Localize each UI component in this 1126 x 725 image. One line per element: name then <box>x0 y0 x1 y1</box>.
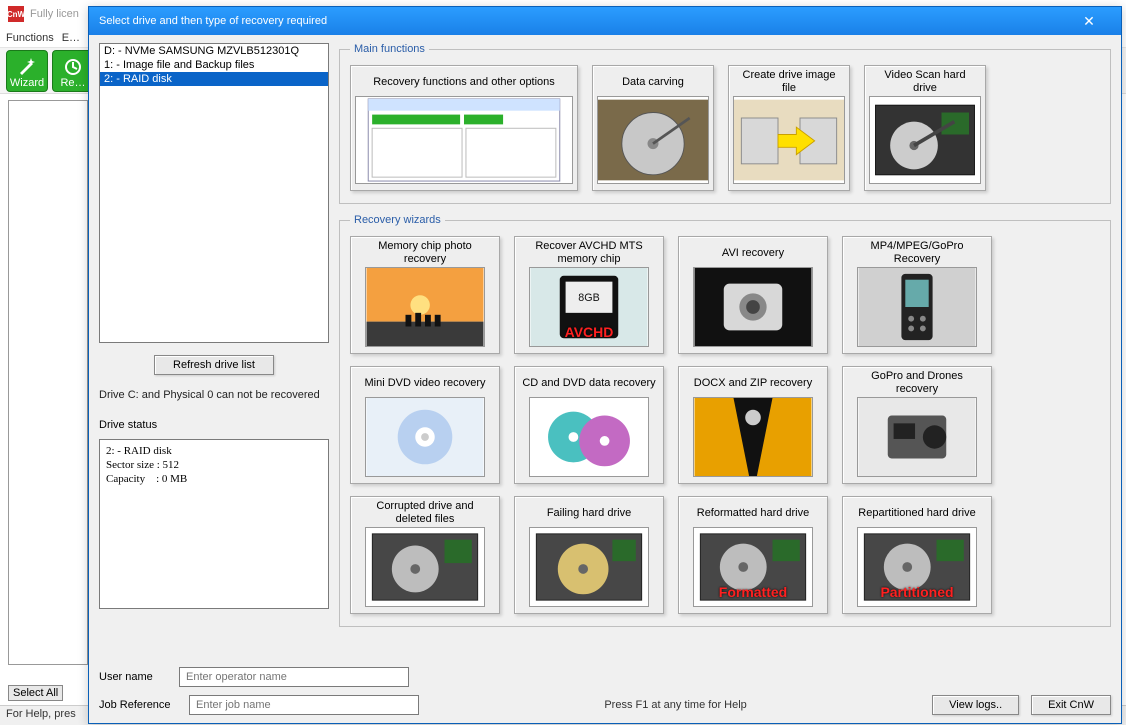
card-repartitioned[interactable]: Repartitioned hard drive Partitioned <box>842 496 992 614</box>
hard-drive-icon <box>869 96 981 184</box>
card-mp4[interactable]: MP4/MPEG/GoPro Recovery <box>842 236 992 354</box>
main-functions-group: Main functions Recovery functions and ot… <box>339 43 1111 204</box>
card-gopro[interactable]: GoPro and Drones recovery <box>842 366 992 484</box>
hdd-open-icon <box>365 527 485 607</box>
discs-icon <box>529 397 649 477</box>
zipper-icon <box>693 397 813 477</box>
drive-copy-icon <box>733 96 845 184</box>
job-reference-input[interactable] <box>189 695 419 715</box>
refresh-drive-list-button[interactable]: Refresh drive list <box>154 355 274 375</box>
recovery-wizards-legend: Recovery wizards <box>350 214 445 226</box>
card-video-scan[interactable]: Video Scan hard drive <box>864 65 986 191</box>
hdd-open-icon: Partitioned <box>857 527 977 607</box>
card-mini-dvd[interactable]: Mini DVD video recovery <box>350 366 500 484</box>
help-hint: Press F1 at any time for Help <box>431 699 920 711</box>
exit-cnw-button[interactable]: Exit CnW <box>1031 695 1111 715</box>
card-corrupted[interactable]: Corrupted drive and deleted files <box>350 496 500 614</box>
hdd-open-icon: Formatted <box>693 527 813 607</box>
card-recovery-functions[interactable]: Recovery functions and other options <box>350 65 578 191</box>
sunset-photo-icon <box>365 267 485 347</box>
sd-card-icon: 8GBAVCHD <box>529 267 649 347</box>
user-name-input[interactable] <box>179 667 409 687</box>
screenshot-icon <box>355 96 573 184</box>
card-create-image[interactable]: Create drive image file <box>728 65 850 191</box>
dialog-titlebar: Select drive and then type of recovery r… <box>89 7 1121 35</box>
dialog-title: Select drive and then type of recovery r… <box>99 15 327 27</box>
platter-icon <box>597 96 709 184</box>
dialog-close-button[interactable]: ✕ <box>1067 7 1111 35</box>
wizard-toolbar-button[interactable]: Wizard <box>6 50 48 92</box>
card-data-carving[interactable]: Data carving <box>592 65 714 191</box>
view-logs-button[interactable]: View logs.. <box>932 695 1019 715</box>
job-reference-label: Job Reference <box>99 699 177 711</box>
drive-list-item[interactable]: D: - NVMe SAMSUNG MZVLB512301Q <box>100 44 328 58</box>
disc-icon <box>365 397 485 477</box>
drive-status-box: 2: - RAID disk Sector size : 512 Capacit… <box>99 439 329 609</box>
menu-edit[interactable]: E… <box>62 32 80 44</box>
drive-status-label: Drive status <box>99 419 329 431</box>
drive-list[interactable]: D: - NVMe SAMSUNG MZVLB512301Q 1: - Imag… <box>99 43 329 343</box>
main-functions-legend: Main functions <box>350 43 429 55</box>
camera-icon <box>693 267 813 347</box>
hdd-open-icon <box>529 527 649 607</box>
card-cd-dvd[interactable]: CD and DVD data recovery <box>514 366 664 484</box>
card-docx-zip[interactable]: DOCX and ZIP recovery <box>678 366 828 484</box>
card-reformatted[interactable]: Reformatted hard drive Formatted <box>678 496 828 614</box>
recovery-wizards-group: Recovery wizards Memory chip photo recov… <box>339 214 1111 627</box>
user-name-label: User name <box>99 671 169 683</box>
phone-icon <box>857 267 977 347</box>
drive-note: Drive C: and Physical 0 can not be recov… <box>99 389 329 401</box>
svg-text:8GB: 8GB <box>578 292 599 304</box>
gopro-icon <box>857 397 977 477</box>
card-avchd[interactable]: Recover AVCHD MTS memory chip 8GBAVCHD <box>514 236 664 354</box>
drive-list-item[interactable]: 2: - RAID disk <box>100 72 328 86</box>
main-title: Fully licen <box>30 8 79 20</box>
main-left-panel <box>8 100 88 665</box>
app-icon: CnW <box>8 6 24 22</box>
card-failing[interactable]: Failing hard drive <box>514 496 664 614</box>
card-memory-chip-photo[interactable]: Memory chip photo recovery <box>350 236 500 354</box>
card-avi[interactable]: AVI recovery <box>678 236 828 354</box>
drive-list-item[interactable]: 1: - Image file and Backup files <box>100 58 328 72</box>
recovery-dialog: Select drive and then type of recovery r… <box>88 6 1122 724</box>
menu-functions[interactable]: Functions <box>6 32 54 44</box>
select-all-button[interactable]: Select All <box>8 685 63 701</box>
